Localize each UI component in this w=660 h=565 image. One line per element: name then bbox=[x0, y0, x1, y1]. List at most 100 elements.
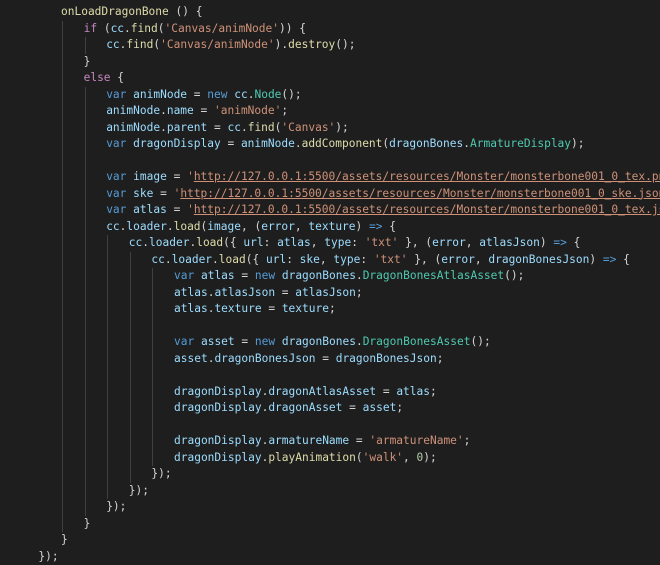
code-token: find bbox=[131, 22, 158, 35]
code-line[interactable]: }); bbox=[40, 483, 660, 500]
code-line-content: cc.loader.load({ url: atlas, type: 'txt'… bbox=[129, 235, 581, 252]
code-line[interactable]: }); bbox=[40, 549, 660, 565]
code-line[interactable] bbox=[40, 153, 660, 170]
code-line[interactable]: dragonDisplay.armatureName = 'armatureNa… bbox=[40, 433, 660, 450]
code-line[interactable]: var dragonDisplay = animNode.addComponen… bbox=[40, 136, 660, 153]
code-line-content: var animNode = new cc.Node(); bbox=[106, 87, 301, 104]
code-area[interactable]: onLoadDragonBone () {if (cc.find('Canvas… bbox=[40, 4, 660, 565]
code-line[interactable]: } bbox=[40, 532, 660, 549]
code-token: texture bbox=[308, 220, 355, 233]
code-token: atlas bbox=[133, 203, 167, 216]
code-token: error bbox=[432, 236, 466, 249]
code-token: url bbox=[243, 236, 263, 249]
code-line[interactable]: cc.loader.load({ url: atlas, type: 'txt'… bbox=[40, 235, 660, 252]
code-token: }); bbox=[151, 467, 171, 480]
code-token: . bbox=[295, 137, 302, 150]
code-line-content: var asset = new dragonBones.DragonBonesA… bbox=[174, 334, 491, 351]
code-line-content: asset.dragonBonesJson = dragonBonesJson; bbox=[174, 351, 444, 368]
code-token: , bbox=[311, 236, 324, 249]
code-token: DragonBonesAsset bbox=[363, 335, 471, 348]
code-token: ) bbox=[356, 220, 369, 233]
code-line[interactable]: var atlas = new dragonBones.DragonBonesA… bbox=[40, 268, 660, 285]
code-line[interactable]: var asset = new dragonBones.DragonBonesA… bbox=[40, 334, 660, 351]
code-token: loader bbox=[172, 253, 212, 266]
code-line[interactable]: cc.find('Canvas/animNode').destroy(); bbox=[40, 37, 660, 54]
code-line[interactable]: var ske = 'http://127.0.0.1:5500/assets/… bbox=[40, 186, 660, 203]
code-line[interactable]: cc.loader.load(image, (error, texture) =… bbox=[40, 219, 660, 236]
code-line[interactable]: onLoadDragonBone () { bbox=[40, 4, 660, 21]
code-line[interactable]: animNode.name = 'animNode'; bbox=[40, 103, 660, 120]
code-line[interactable]: } bbox=[40, 54, 660, 71]
code-line[interactable]: atlas.atlasJson = atlasJson; bbox=[40, 285, 660, 302]
code-line[interactable]: asset.dragonBonesJson = dragonBonesJson; bbox=[40, 351, 660, 368]
code-token: } bbox=[61, 533, 68, 546]
code-token: dragonBonesJson bbox=[336, 352, 437, 365]
code-token: load bbox=[219, 253, 246, 266]
code-token bbox=[275, 269, 282, 282]
code-token: load bbox=[196, 236, 223, 249]
code-token: dragonBonesJson bbox=[488, 253, 589, 266]
code-line[interactable]: var animNode = new cc.Node(); bbox=[40, 87, 660, 104]
code-line[interactable]: if (cc.find('Canvas/animNode')) { bbox=[40, 21, 660, 38]
code-line-content: dragonDisplay.dragonAsset = asset; bbox=[174, 400, 403, 417]
code-token: = bbox=[376, 385, 396, 398]
code-token: 'walk' bbox=[363, 451, 403, 464]
code-line[interactable]: }); bbox=[40, 499, 660, 516]
code-token: new bbox=[255, 335, 275, 348]
code-token: ; bbox=[437, 352, 444, 365]
code-token: dragonBones bbox=[282, 269, 356, 282]
code-token: dragonDisplay bbox=[133, 137, 221, 150]
code-token: } bbox=[84, 55, 91, 68]
code-token: = bbox=[194, 104, 214, 117]
code-line[interactable]: dragonDisplay.dragonAsset = asset; bbox=[40, 400, 660, 417]
code-token: ) bbox=[540, 236, 553, 249]
code-token: dragonDisplay bbox=[174, 434, 262, 447]
code-token: . bbox=[356, 269, 363, 282]
code-editor[interactable]: onLoadDragonBone () {if (cc.find('Canvas… bbox=[0, 0, 660, 500]
code-token: ( bbox=[158, 22, 165, 35]
code-line[interactable]: var atlas = 'http://127.0.0.1:5500/asset… bbox=[40, 202, 660, 219]
code-line[interactable]: dragonDisplay.playAnimation('walk', 0); bbox=[40, 450, 660, 467]
code-token: . bbox=[165, 253, 172, 266]
code-token: = bbox=[275, 286, 295, 299]
code-line-content: dragonDisplay.playAnimation('walk', 0); bbox=[174, 450, 437, 467]
code-token: 'Canvas' bbox=[281, 121, 335, 134]
code-token: }); bbox=[129, 484, 149, 497]
code-token: dragonDisplay bbox=[174, 401, 262, 414]
code-token: var bbox=[106, 170, 126, 183]
code-line[interactable]: animNode.parent = cc.find('Canvas'); bbox=[40, 120, 660, 137]
code-token: ({ bbox=[223, 236, 243, 249]
code-line[interactable]: cc.loader.load({ url: ske, type: 'txt' }… bbox=[40, 252, 660, 269]
code-token: => bbox=[369, 220, 382, 233]
code-line[interactable]: dragonDisplay.dragonAtlasAsset = atlas; bbox=[40, 384, 660, 401]
code-token: ) bbox=[589, 253, 602, 266]
code-line[interactable] bbox=[40, 417, 660, 434]
code-line[interactable] bbox=[40, 367, 660, 384]
code-token: find bbox=[248, 121, 275, 134]
code-line-content: animNode.parent = cc.find('Canvas'); bbox=[106, 120, 349, 137]
code-token: ske bbox=[133, 187, 153, 200]
code-token: = bbox=[167, 170, 187, 183]
code-token: dragonBones bbox=[389, 137, 463, 150]
code-line[interactable]: var image = 'http://127.0.0.1:5500/asset… bbox=[40, 169, 660, 186]
code-token: ske bbox=[300, 253, 320, 266]
code-token: texture bbox=[282, 302, 329, 315]
code-line[interactable] bbox=[40, 318, 660, 335]
code-token: (); bbox=[335, 38, 355, 51]
code-line[interactable]: atlas.texture = texture; bbox=[40, 301, 660, 318]
code-line-content: else { bbox=[84, 70, 124, 87]
code-token: dragonBonesJson bbox=[214, 352, 315, 365]
code-token: 'armatureName' bbox=[369, 434, 463, 447]
code-token: error bbox=[261, 220, 295, 233]
code-line-content: }); bbox=[151, 466, 171, 483]
code-line[interactable]: } bbox=[40, 516, 660, 533]
code-token: new bbox=[255, 269, 275, 282]
code-token: else bbox=[84, 71, 111, 84]
code-token: ( bbox=[356, 451, 363, 464]
code-token: dragonDisplay bbox=[174, 385, 262, 398]
code-token: image bbox=[133, 170, 167, 183]
code-line[interactable]: else { bbox=[40, 70, 660, 87]
code-line[interactable]: }); bbox=[40, 466, 660, 483]
code-token: cc bbox=[129, 236, 142, 249]
code-line-content: }); bbox=[38, 549, 58, 565]
